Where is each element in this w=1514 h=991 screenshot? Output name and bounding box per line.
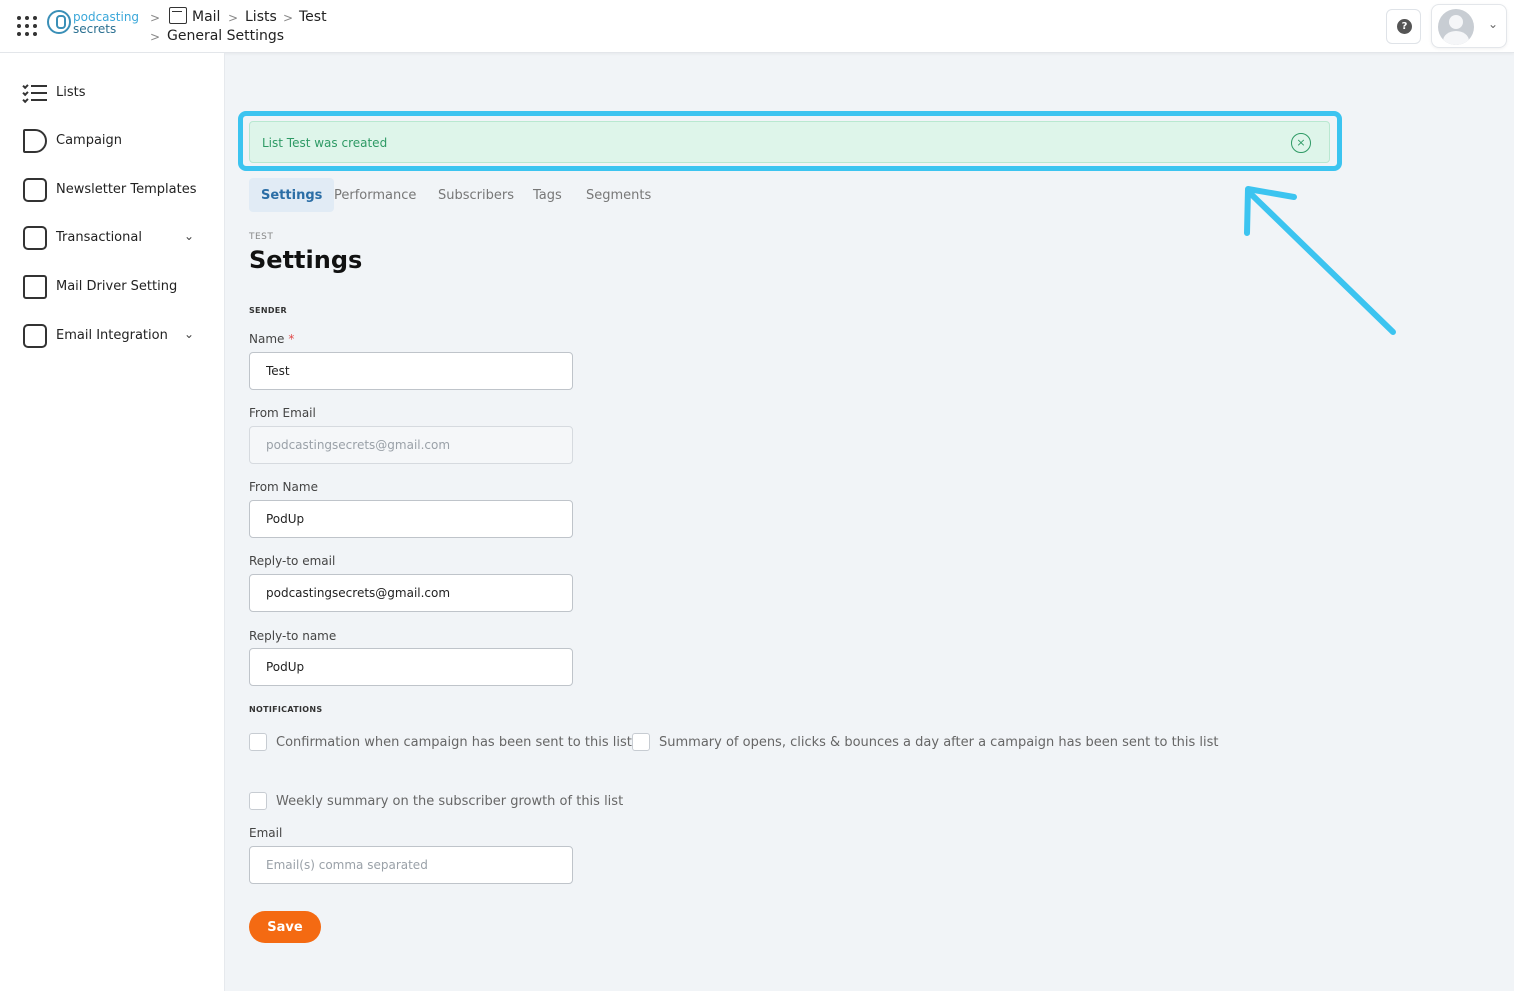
reply-to-name-label: Reply-to name xyxy=(249,629,337,643)
summary-checkbox-label: Summary of opens, clicks & bounces a day… xyxy=(659,735,1219,750)
sidebar-item-email-integration[interactable]: Email Integration ⌄ xyxy=(0,318,225,354)
tab-tags[interactable]: Tags xyxy=(521,178,574,212)
success-alert: List Test was created × xyxy=(249,121,1330,163)
logo-line-2: secrets xyxy=(73,22,117,36)
summary-checkbox[interactable] xyxy=(632,733,650,751)
podcast-logo-icon xyxy=(47,10,71,34)
reply-to-name-input[interactable] xyxy=(249,648,573,686)
tab-subscribers[interactable]: Subscribers xyxy=(426,178,526,212)
sidebar-item-mail-driver-setting[interactable]: Mail Driver Setting xyxy=(0,269,225,305)
page-title: Settings xyxy=(249,246,363,274)
newsletter-icon xyxy=(23,178,47,202)
breadcrumb-test[interactable]: Test xyxy=(299,9,327,25)
weekly-summary-checkbox[interactable] xyxy=(249,792,267,810)
email-label: Email xyxy=(249,826,283,840)
sidebar-item-lists[interactable]: Lists xyxy=(0,75,225,111)
chevron-down-icon[interactable]: ⌄ xyxy=(184,327,194,341)
chevron-down-icon: ⌄ xyxy=(1488,17,1499,31)
section-label-sender: SENDER xyxy=(249,306,287,315)
close-icon[interactable]: × xyxy=(1291,133,1311,153)
inbox-icon xyxy=(23,324,47,348)
user-menu[interactable]: ⌄ xyxy=(1431,4,1507,48)
breadcrumb-separator: > xyxy=(150,30,161,44)
confirmation-checkbox[interactable] xyxy=(249,733,267,751)
from-name-input[interactable] xyxy=(249,500,573,538)
sidebar-item-newsletter-templates[interactable]: Newsletter Templates xyxy=(0,172,225,208)
apps-grid-icon[interactable] xyxy=(17,16,37,36)
breadcrumb-separator: > xyxy=(283,11,294,25)
save-button[interactable]: Save xyxy=(249,911,321,943)
top-bar: podcasting secrets > Mail > Lists > Test… xyxy=(0,0,1514,53)
page-eyebrow: TEST xyxy=(249,232,274,242)
megaphone-icon xyxy=(23,129,47,153)
checklist-icon xyxy=(22,81,47,105)
breadcrumb-lists[interactable]: Lists xyxy=(245,9,277,25)
sidebar-item-label: Email Integration xyxy=(56,328,168,343)
reply-to-email-label: Reply-to email xyxy=(249,554,336,568)
sidebar-item-transactional[interactable]: Transactional ⌄ xyxy=(0,220,225,256)
chevron-down-icon[interactable]: ⌄ xyxy=(184,229,194,243)
tab-segments[interactable]: Segments xyxy=(574,178,663,212)
reply-to-email-input[interactable] xyxy=(249,574,573,612)
mail-icon xyxy=(169,7,187,24)
weekly-summary-checkbox-label: Weekly summary on the subscriber growth … xyxy=(276,794,624,809)
breadcrumb-separator: > xyxy=(228,11,239,25)
sidebar-item-label: Lists xyxy=(56,85,86,100)
confirmation-checkbox-label: Confirmation when campaign has been sent… xyxy=(276,735,632,750)
help-icon: ? xyxy=(1397,19,1412,34)
sidebar-item-campaign[interactable]: Campaign xyxy=(0,123,225,159)
name-label-text: Name xyxy=(249,332,285,346)
help-button[interactable]: ? xyxy=(1386,9,1421,44)
brand-logo[interactable]: podcasting secrets xyxy=(47,9,145,39)
avatar xyxy=(1438,9,1474,45)
sidebar-item-label: Newsletter Templates xyxy=(56,182,197,197)
from-name-label: From Name xyxy=(249,480,318,494)
mail-driver-icon xyxy=(23,275,47,299)
breadcrumb-mail[interactable]: Mail xyxy=(192,9,220,25)
from-email-input xyxy=(249,426,573,464)
email-input[interactable] xyxy=(249,846,573,884)
required-mark: * xyxy=(288,332,295,346)
sidebar-item-label: Mail Driver Setting xyxy=(56,279,178,294)
section-label-notifications: NOTIFICATIONS xyxy=(249,705,323,714)
annotation-arrow xyxy=(1244,186,1396,335)
name-input[interactable] xyxy=(249,352,573,390)
from-email-label: From Email xyxy=(249,406,316,420)
alert-message: List Test was created xyxy=(262,136,388,150)
sidebar-item-label: Transactional xyxy=(56,230,142,245)
inbox-icon xyxy=(23,226,47,250)
breadcrumb-general-settings: General Settings xyxy=(167,28,285,44)
tab-performance[interactable]: Performance xyxy=(322,178,428,212)
sidebar: Lists Campaign Newsletter Templates Tran… xyxy=(0,53,225,991)
breadcrumb-separator: > xyxy=(150,11,161,25)
name-label: Name * xyxy=(249,332,294,346)
sidebar-item-label: Campaign xyxy=(56,133,123,148)
